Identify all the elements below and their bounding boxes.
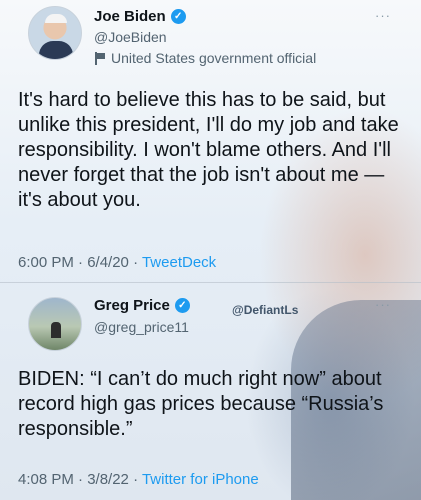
flag-icon — [94, 51, 105, 65]
tweet-text: BIDEN: “I can’t do much right now” about… — [18, 368, 384, 440]
verified-badge-icon: ✓ — [174, 298, 190, 313]
avatar-figure — [51, 322, 61, 338]
tweet-timestamp: 4:08 PM · 3/8/22 · Twitter for iPhone — [18, 471, 259, 488]
name-row: Greg Price ✓ — [94, 297, 190, 314]
tweet-time[interactable]: 4:08 PM · 3/8/22 · — [18, 471, 142, 488]
verified-badge-icon: ✓ — [170, 9, 186, 24]
avatar-suit — [39, 41, 73, 59]
tweet-timestamp: 6:00 PM · 6/4/20 · TweetDeck — [18, 254, 216, 271]
tweet-greg-price[interactable]: Greg Price ✓ @greg_price11 @DefiantLs ··… — [0, 282, 421, 500]
more-options-icon[interactable]: ··· — [375, 297, 391, 312]
name-row: Joe Biden ✓ — [94, 8, 186, 25]
user-handle[interactable]: @greg_price11 — [94, 319, 189, 335]
avatar[interactable] — [28, 6, 82, 60]
display-name[interactable]: Joe Biden — [94, 8, 166, 25]
user-handle[interactable]: @JoeBiden — [94, 29, 167, 45]
avatar[interactable] — [28, 297, 82, 351]
government-label-text: United States government official — [111, 50, 317, 66]
more-options-icon[interactable]: ··· — [375, 8, 391, 23]
tweet-header: Greg Price ✓ @greg_price11 @DefiantLs ··… — [14, 283, 407, 355]
watermark: @DefiantLs — [232, 303, 299, 317]
tweet-header: Joe Biden ✓ @JoeBiden United States gove… — [14, 0, 407, 72]
avatar-hair — [45, 14, 67, 23]
tweet-source-link[interactable]: Twitter for iPhone — [142, 471, 259, 488]
tweet-text: It's hard to believe this has to be said… — [18, 89, 399, 211]
tweet-time[interactable]: 6:00 PM · 6/4/20 · — [18, 254, 142, 271]
tweet-source-link[interactable]: TweetDeck — [142, 254, 216, 271]
display-name[interactable]: Greg Price — [94, 297, 170, 314]
government-label: United States government official — [94, 50, 316, 66]
tweet-joe-biden[interactable]: Joe Biden ✓ @JoeBiden United States gove… — [0, 0, 421, 282]
